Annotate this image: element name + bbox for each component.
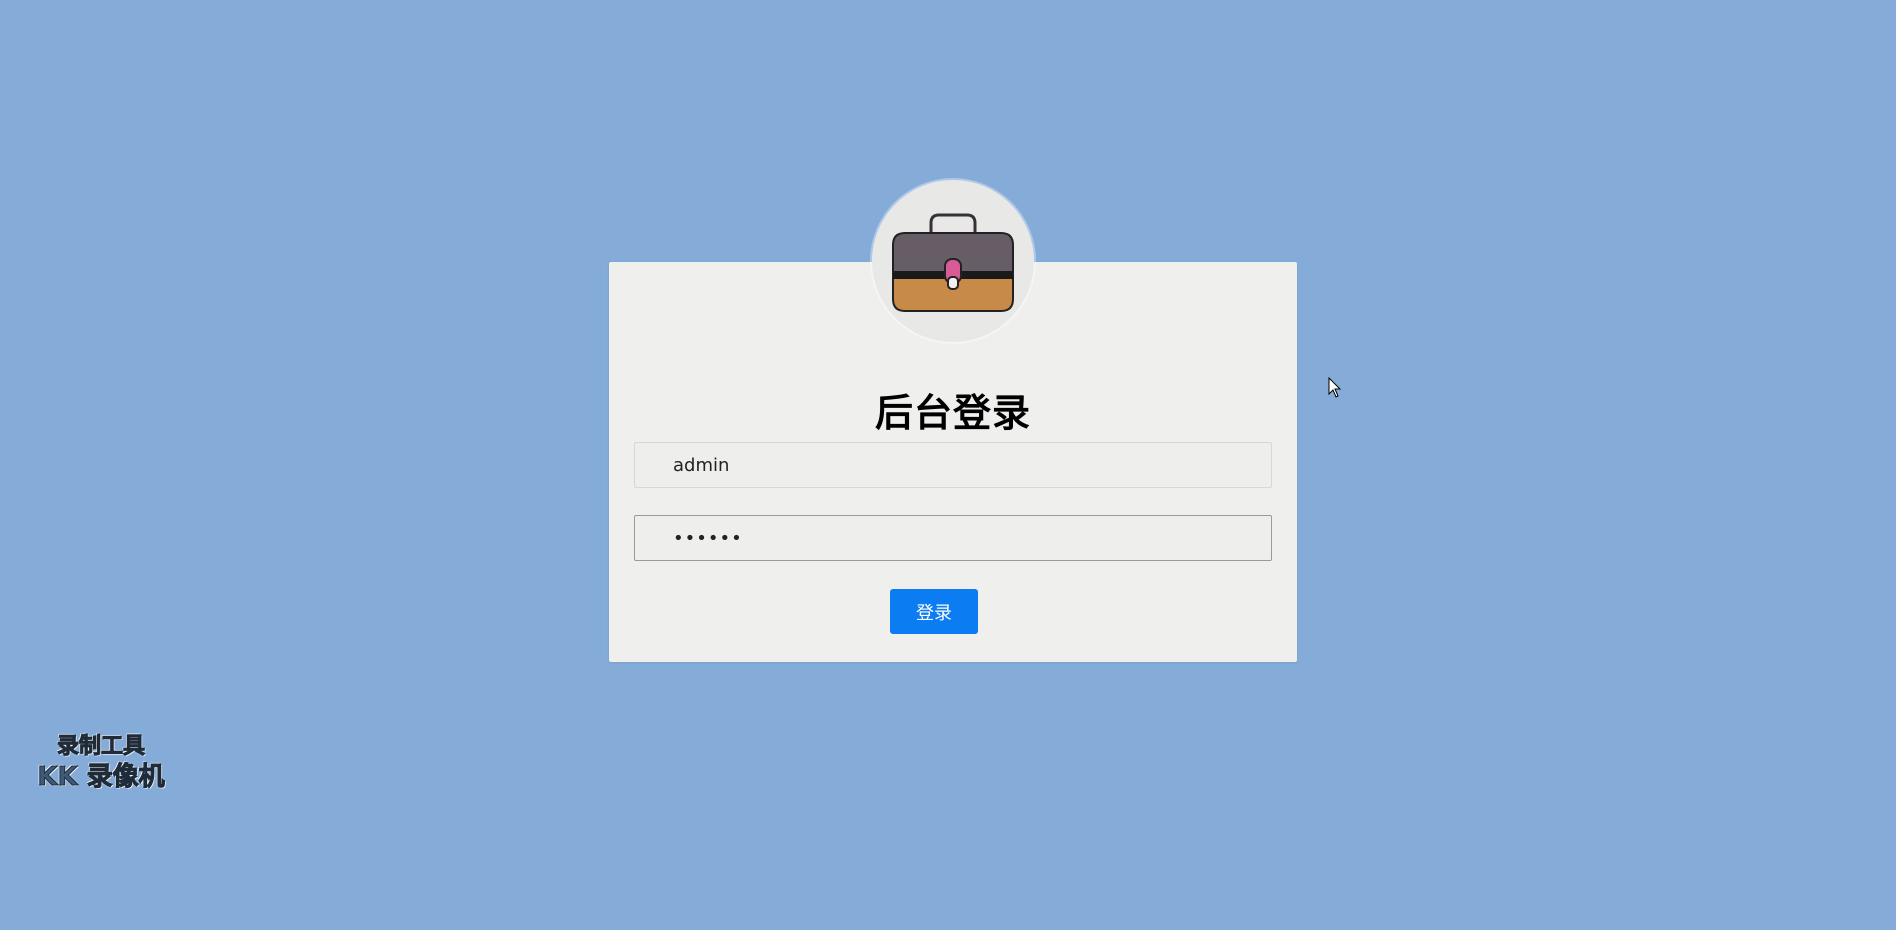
- username-input[interactable]: [634, 442, 1272, 488]
- login-button[interactable]: 登录: [890, 589, 978, 634]
- watermark-line-2: KK 录像机: [37, 762, 165, 793]
- watermark-line-1: 录制工具: [56, 734, 145, 760]
- briefcase-icon: [892, 213, 1014, 312]
- password-input[interactable]: [634, 515, 1272, 561]
- mouse-cursor-icon: [1328, 377, 1342, 398]
- avatar: [872, 180, 1034, 342]
- page-title: 后台登录: [874, 391, 1031, 436]
- recorder-watermark: 录制工具 KK 录像机: [28, 733, 174, 793]
